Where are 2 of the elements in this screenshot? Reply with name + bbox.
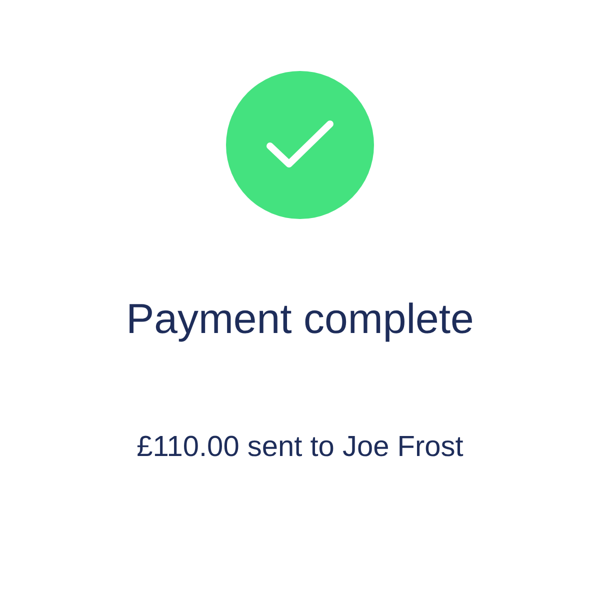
payment-title: Payment complete xyxy=(126,294,474,344)
payment-message: £110.00 sent to Joe Frost xyxy=(136,430,464,465)
